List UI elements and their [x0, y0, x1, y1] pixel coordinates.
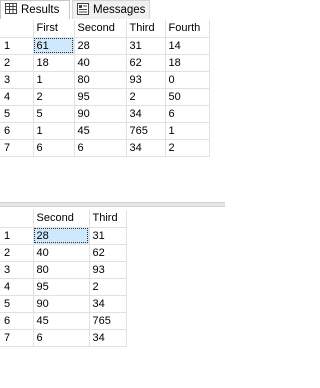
- table-cell[interactable]: 62: [89, 244, 127, 262]
- table-cell[interactable]: 2: [165, 139, 210, 157]
- table-cell[interactable]: 28: [33, 227, 90, 245]
- tab-results-label: Results: [21, 4, 60, 16]
- table-row: 7 6 6 34 2: [0, 139, 210, 157]
- table-row: 3 80 93: [0, 261, 127, 279]
- messages-icon: [77, 2, 89, 18]
- table-cell[interactable]: 95: [74, 88, 127, 106]
- row-number[interactable]: 3: [0, 71, 34, 89]
- row-number-header: [0, 20, 34, 38]
- grid-icon: [5, 3, 17, 17]
- table-cell[interactable]: 95: [33, 278, 90, 296]
- table-cell[interactable]: 80: [74, 71, 127, 89]
- table-row: 4 95 2: [0, 278, 127, 296]
- table-row: 5 5 90 34 6: [0, 105, 210, 123]
- header-row: First Second Third Fourth: [0, 20, 210, 38]
- table-row: 1 28 31: [0, 227, 127, 245]
- table-row: 2 18 40 62 18: [0, 54, 210, 72]
- row-number[interactable]: 3: [0, 261, 34, 279]
- column-header[interactable]: Fourth: [165, 20, 210, 38]
- tab-messages[interactable]: Messages: [72, 0, 150, 19]
- table-row: 1 61 28 31 14: [0, 37, 210, 55]
- table-cell[interactable]: 1: [165, 122, 210, 140]
- row-number[interactable]: 2: [0, 54, 34, 72]
- table-cell[interactable]: 40: [33, 244, 90, 262]
- results-grid-1: First Second Third Fourth 1 61 28 31 14 …: [0, 20, 225, 175]
- table-cell[interactable]: 93: [126, 71, 166, 89]
- table-row: 2 40 62: [0, 244, 127, 262]
- table-cell[interactable]: 34: [126, 139, 166, 157]
- table-row: 3 1 80 93 0: [0, 71, 210, 89]
- table-cell[interactable]: 50: [165, 88, 210, 106]
- row-number[interactable]: 7: [0, 139, 34, 157]
- table-cell[interactable]: 62: [126, 54, 166, 72]
- table-cell[interactable]: 45: [74, 122, 127, 140]
- table-cell[interactable]: 34: [89, 329, 127, 347]
- row-number[interactable]: 7: [0, 329, 34, 347]
- column-header[interactable]: Second: [74, 20, 127, 38]
- table-cell[interactable]: 45: [33, 312, 90, 330]
- table-cell[interactable]: 765: [89, 312, 127, 330]
- table-cell[interactable]: 6: [74, 139, 127, 157]
- row-number[interactable]: 4: [0, 278, 34, 296]
- header-row: Second Third: [0, 210, 127, 228]
- table-cell[interactable]: 34: [126, 105, 166, 123]
- table-cell[interactable]: 80: [33, 261, 90, 279]
- table-cell[interactable]: 90: [74, 105, 127, 123]
- table-cell[interactable]: 5: [33, 105, 75, 123]
- row-number[interactable]: 5: [0, 105, 34, 123]
- column-header[interactable]: First: [33, 20, 75, 38]
- table-row: 6 45 765: [0, 312, 127, 330]
- tab-messages-label: Messages: [93, 4, 146, 16]
- table-cell[interactable]: 2: [33, 88, 75, 106]
- row-number[interactable]: 2: [0, 244, 34, 262]
- table-cell[interactable]: 28: [74, 37, 127, 55]
- table-cell[interactable]: 6: [165, 105, 210, 123]
- table-cell[interactable]: 1: [33, 71, 75, 89]
- table-cell[interactable]: 31: [126, 37, 166, 55]
- row-number[interactable]: 5: [0, 295, 34, 313]
- row-number[interactable]: 6: [0, 312, 34, 330]
- table-cell[interactable]: 40: [74, 54, 127, 72]
- column-header[interactable]: Third: [126, 20, 166, 38]
- row-number[interactable]: 6: [0, 122, 34, 140]
- tab-results[interactable]: Results: [0, 0, 70, 19]
- results-grid-2: Second Third 1 28 31 2 40 62 3 80 93 4 9…: [0, 210, 225, 388]
- table-cell[interactable]: 6: [33, 139, 75, 157]
- row-number-header: [0, 210, 34, 228]
- table-row: 5 90 34: [0, 295, 127, 313]
- row-number[interactable]: 1: [0, 227, 34, 245]
- table-cell[interactable]: 2: [89, 278, 127, 296]
- results-splitter[interactable]: [0, 202, 225, 207]
- table-row: 4 2 95 2 50: [0, 88, 210, 106]
- column-header[interactable]: Second: [33, 210, 90, 228]
- table-cell[interactable]: 6: [33, 329, 90, 347]
- table-cell[interactable]: 14: [165, 37, 210, 55]
- table-cell[interactable]: 61: [33, 37, 75, 55]
- table-cell[interactable]: 18: [165, 54, 210, 72]
- table-cell[interactable]: 93: [89, 261, 127, 279]
- table-cell[interactable]: 90: [33, 295, 90, 313]
- row-number[interactable]: 4: [0, 88, 34, 106]
- table-cell[interactable]: 31: [89, 227, 127, 245]
- table-cell[interactable]: 0: [165, 71, 210, 89]
- results-table-2: Second Third 1 28 31 2 40 62 3 80 93 4 9…: [0, 210, 127, 347]
- results-table-1: First Second Third Fourth 1 61 28 31 14 …: [0, 20, 210, 157]
- table-cell[interactable]: 765: [126, 122, 166, 140]
- table-cell[interactable]: 1: [33, 122, 75, 140]
- column-header[interactable]: Third: [89, 210, 127, 228]
- table-cell[interactable]: 2: [126, 88, 166, 106]
- table-cell[interactable]: 18: [33, 54, 75, 72]
- table-row: 7 6 34: [0, 329, 127, 347]
- row-number[interactable]: 1: [0, 37, 34, 55]
- results-tabstrip: Results Messages: [0, 0, 225, 21]
- table-row: 6 1 45 765 1: [0, 122, 210, 140]
- table-cell[interactable]: 34: [89, 295, 127, 313]
